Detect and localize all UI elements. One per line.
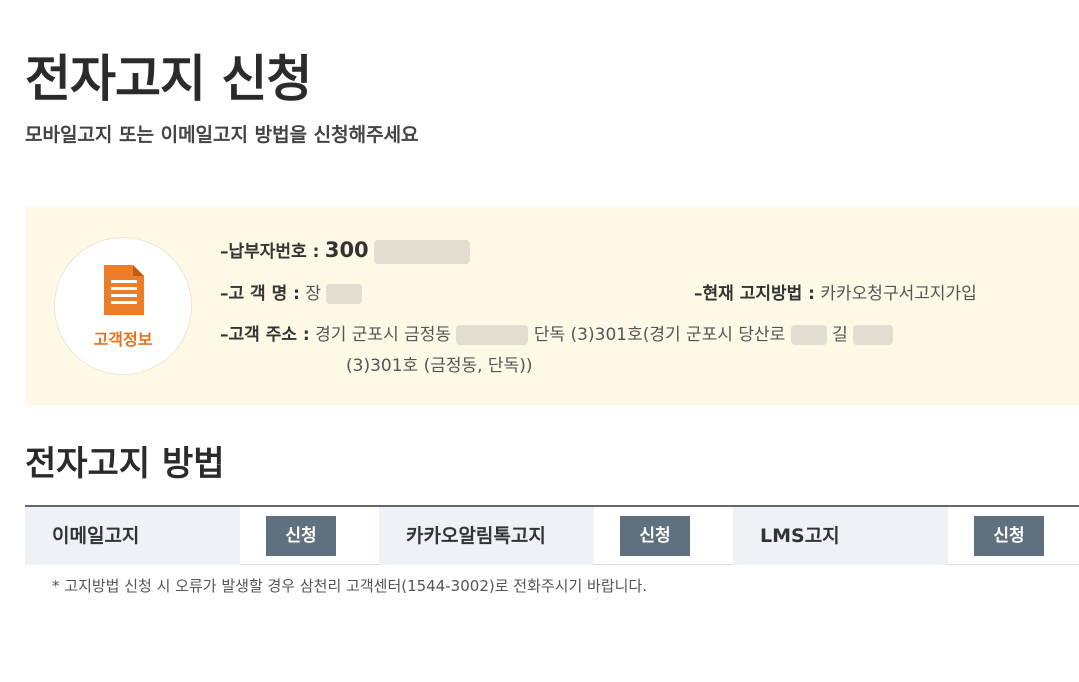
method-label-lms: LMS고지 — [733, 507, 948, 565]
methods-section-title: 전자고지 방법 — [25, 444, 225, 484]
current-method-label: 현재 고지방법 : — [702, 284, 815, 304]
customer-name-label: 고 객 명 : — [228, 284, 300, 304]
customer-address-label: 고객 주소 : — [228, 325, 310, 345]
payer-number-label: 납부자번호 : — [228, 242, 320, 262]
customer-name-value: 장 — [305, 284, 322, 304]
customer-address-row: – 고객 주소 : 경기 군포시 금정동 단독 (3)301호(경기 군포시 당… — [220, 322, 894, 348]
customer-info-panel: 고객정보 – 납부자번호 : 300 – 고 객 명 : 장 – 현재 고지방법… — [25, 207, 1079, 405]
apply-lms-button[interactable]: 신청 — [974, 516, 1044, 556]
address-part-2: 단독 (3)301호(경기 군포시 당산로 — [533, 325, 786, 345]
current-method-row: – 현재 고지방법 : 카카오청구서고지가입 — [694, 281, 977, 307]
payer-number-row: – 납부자번호 : 300 — [220, 237, 471, 265]
customer-info-badge: 고객정보 — [54, 237, 192, 375]
redacted-mask — [790, 325, 827, 345]
method-label-kakao: 카카오알림톡고지 — [379, 507, 594, 565]
redacted-mask — [374, 240, 471, 264]
page-title: 전자고지 신청 — [25, 50, 312, 108]
address-part-3: 길 — [832, 325, 848, 345]
methods-table: 이메일고지 신청 카카오알림톡고지 신청 LMS고지 신청 — [25, 505, 1079, 565]
document-icon — [104, 265, 144, 315]
redacted-mask — [326, 284, 363, 304]
payer-number-value: 300 — [324, 238, 369, 262]
customer-name-row: – 고 객 명 : 장 — [220, 281, 363, 307]
error-notice: * 고지방법 신청 시 오류가 발생할 경우 삼천리 고객센터(1544-300… — [52, 577, 648, 595]
address-part-1: 경기 군포시 금정동 — [315, 325, 452, 345]
customer-address-line2: (3)301호 (금정동, 단독)) — [346, 353, 532, 379]
address-line-2: (3)301호 (금정동, 단독)) — [346, 356, 533, 376]
apply-kakao-button[interactable]: 신청 — [620, 516, 690, 556]
redacted-mask — [853, 325, 894, 345]
method-label-email: 이메일고지 — [25, 507, 240, 565]
apply-email-button[interactable]: 신청 — [266, 516, 336, 556]
customer-info-badge-label: 고객정보 — [93, 330, 153, 349]
current-method-value: 카카오청구서고지가입 — [820, 284, 977, 304]
page-subtitle: 모바일고지 또는 이메일고지 방법을 신청해주세요 — [25, 124, 419, 146]
redacted-mask — [456, 325, 529, 345]
